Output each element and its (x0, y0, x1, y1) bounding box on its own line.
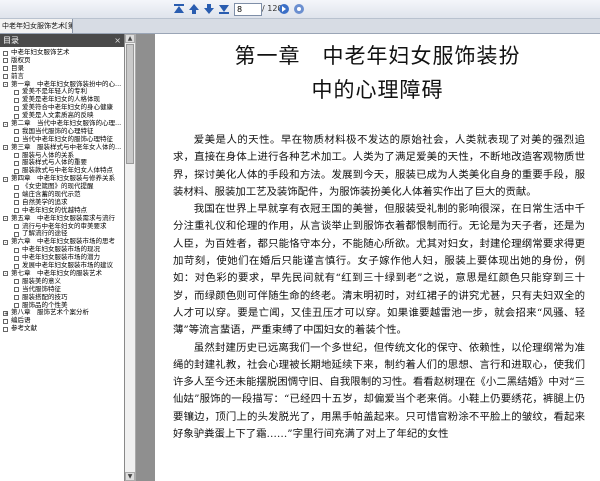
toc-header: 目录 × (0, 34, 124, 47)
go-button[interactable] (277, 2, 291, 16)
collapse-icon[interactable]: - (3, 216, 8, 222)
page-icon (14, 208, 19, 214)
page-icon (14, 97, 19, 103)
toolbar: 8 / 120 (0, 0, 600, 19)
page-icon (14, 295, 19, 301)
page-icon (14, 160, 19, 166)
arrow-down-icon (204, 4, 214, 14)
page-icon (3, 58, 8, 64)
scroll-up-icon[interactable]: ▲ (125, 34, 135, 43)
chapter-body: 爱美是人的天性。早在物质材料极不发达的原始社会，人类就表现了对美的强烈追求，直接… (173, 132, 585, 443)
collapse-icon[interactable]: - (3, 121, 8, 127)
page-icon (14, 255, 19, 261)
page-icon (14, 200, 19, 206)
page-icon (3, 66, 8, 72)
toc-item[interactable]: - 第七章 中老年妇女的服装艺术 (0, 269, 124, 278)
document-viewer: 第一章 中老年妇女服饰装扮 中的心理障碍 爱美是人的天性。早在物质材料极不发达的… (136, 34, 600, 481)
page-icon (3, 74, 8, 80)
page-icon (14, 129, 19, 135)
page-icon (14, 263, 19, 269)
page-icon (14, 192, 19, 198)
first-page-button[interactable] (172, 2, 186, 16)
toc-item[interactable]: 服装美的意义 (0, 277, 124, 286)
toc-scrollbar[interactable]: ▲ ▼ (125, 34, 136, 481)
previous-page-button[interactable] (187, 2, 201, 16)
zoom-button[interactable] (292, 2, 306, 16)
document-tab[interactable]: 中老年妇女服饰艺术[第一... (0, 19, 73, 33)
page-icon (3, 326, 8, 332)
paragraph: 我国在世界上早就享有衣冠王国的美誉，但服装受礼制的影响很深，在日常生活中千分注重… (173, 203, 585, 337)
paragraph: 虽然封建历史已远离我们一个多世纪，但传统文化的保守、依赖性，以伦理纲常为准绳的封… (173, 341, 585, 441)
page-icon (14, 153, 19, 159)
expand-icon[interactable]: + (3, 310, 8, 316)
toc-title: 目录 (3, 36, 19, 45)
toc-item[interactable]: 参考文献 (0, 324, 124, 333)
page-icon (14, 113, 19, 119)
first-page-icon (174, 4, 184, 13)
collapse-icon[interactable]: - (3, 145, 8, 151)
collapse-icon[interactable]: - (3, 176, 8, 182)
scroll-thumb[interactable] (126, 44, 134, 164)
page-icon (3, 318, 8, 324)
next-page-button[interactable] (202, 2, 216, 16)
arrow-up-icon (189, 4, 199, 14)
collapse-icon[interactable]: - (3, 271, 8, 277)
page-icon (14, 105, 19, 111)
paragraph: 爱美是人的天性。早在物质材料极不发达的原始社会，人类就表现了对美的强烈追求，直接… (173, 134, 585, 198)
page-icon (14, 184, 19, 190)
last-page-button[interactable] (217, 2, 231, 16)
document-page: 第一章 中老年妇女服饰装扮 中的心理障碍 爱美是人的天性。早在物质材料极不发达的… (155, 34, 600, 481)
close-icon[interactable]: × (114, 34, 121, 47)
zoom-icon (294, 4, 304, 14)
page-icon (14, 287, 19, 293)
last-page-icon (219, 5, 229, 14)
collapse-icon[interactable]: - (3, 82, 8, 88)
go-arrow-icon (279, 4, 289, 14)
toc-tree: 中老年妇女服饰艺术 版权页 目录 前言 - 第一章 中老年妇女服饰装扮中的心... 爱美不是… (0, 47, 124, 333)
chapter-title-line-2: 中的心理障碍 (311, 78, 444, 102)
page-icon (3, 50, 8, 56)
page-icon (14, 224, 19, 230)
page-icon (14, 89, 19, 95)
page-number-input[interactable]: 8 (234, 3, 262, 16)
toc-item-label: 参考文献 (11, 324, 37, 333)
chapter-title-line-1: 第一章 中老年妇女服饰装扮 (234, 44, 521, 68)
scroll-down-icon[interactable]: ▼ (125, 472, 135, 481)
page-icon (14, 279, 19, 285)
page-icon (14, 137, 19, 143)
toc-panel: 目录 × 中老年妇女服饰艺术 版权页 目录 前言 - 第一章 中老年妇女服饰装扮中的心..… (0, 34, 125, 481)
collapse-icon[interactable]: - (3, 239, 8, 245)
tab-strip: 中老年妇女服饰艺术[第一... (0, 19, 600, 34)
page-icon (14, 247, 19, 253)
